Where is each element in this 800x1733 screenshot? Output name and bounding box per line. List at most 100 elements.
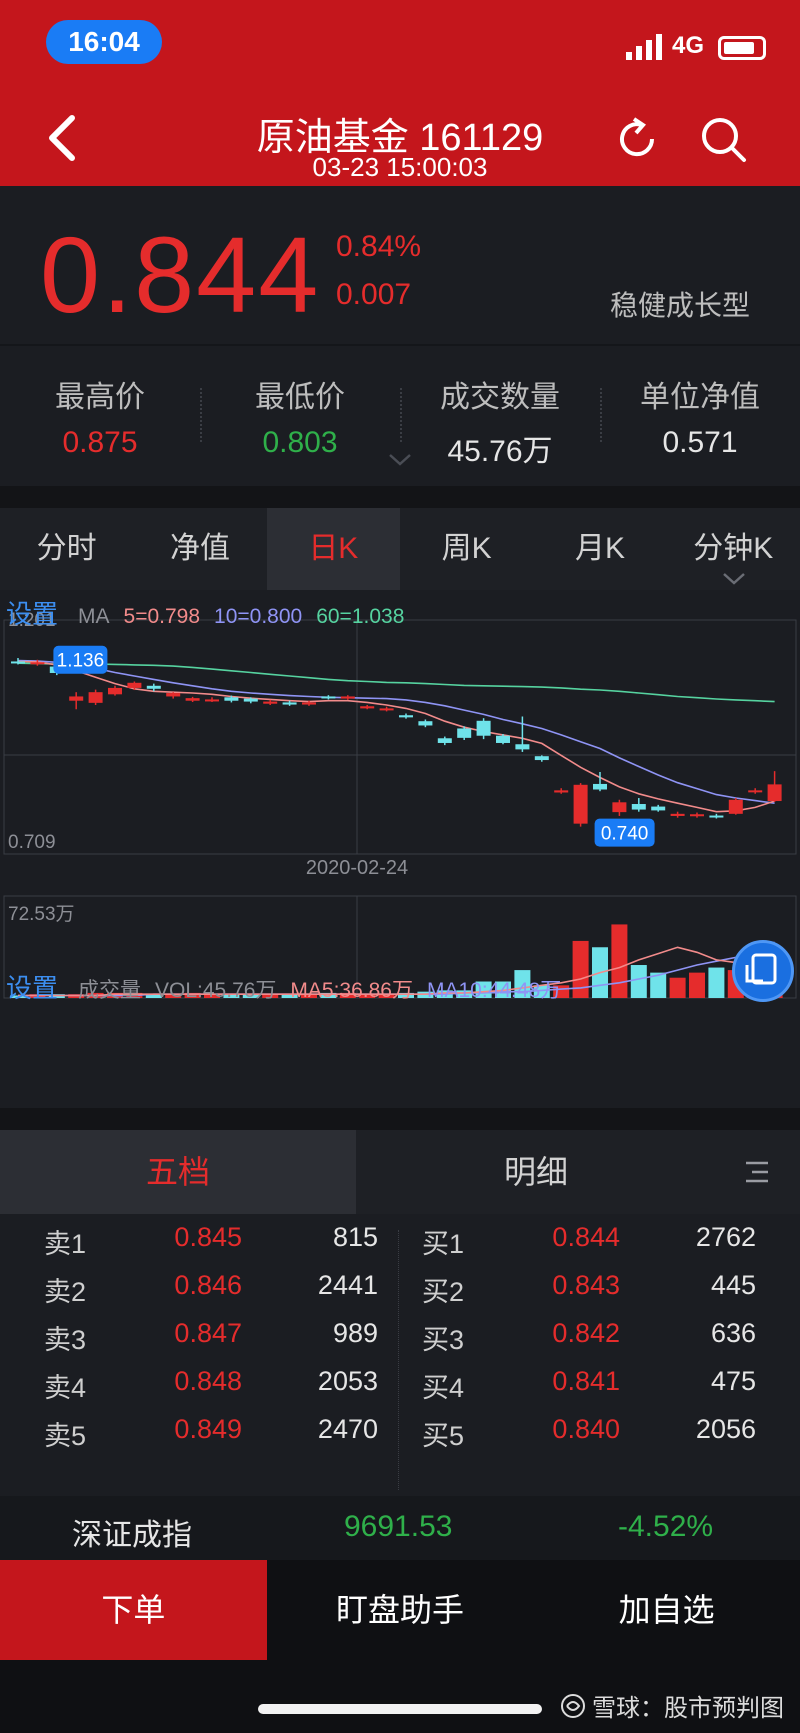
candle-body <box>340 696 355 699</box>
home-indicator[interactable] <box>258 1704 542 1714</box>
tab-nav[interactable]: 净值 <box>133 508 266 590</box>
app-header: 原油基金 161129 03-23 15:00:03 <box>0 88 800 186</box>
stat-label: 最低价 <box>255 381 345 414</box>
tab-trade-detail[interactable]: 明细 <box>356 1130 716 1214</box>
ask-row[interactable]: 卖2 0.846 2441 <box>44 1270 384 1310</box>
candle-body <box>243 698 258 702</box>
expand-chevron-icon[interactable] <box>388 452 412 468</box>
stat-low: 最低价 0.803 <box>200 348 400 486</box>
tab-weekly-k[interactable]: 周K <box>400 508 533 590</box>
ma-label: MA <box>78 605 110 628</box>
ask-volume: 2470 <box>317 1414 378 1444</box>
index-ticker[interactable]: 深证成指 9691.53 -4.52% <box>0 1496 800 1560</box>
chart-settings-link[interactable]: 设置 <box>6 594 58 631</box>
volume-bar <box>669 977 686 998</box>
candle-body <box>496 735 510 743</box>
rotate-screen-icon <box>745 953 777 985</box>
kline-chart[interactable]: 1.2010.7092020-02-2472.53万1.1360.740 <box>0 590 800 1090</box>
current-price: 0.844 <box>40 214 321 335</box>
place-order-button[interactable]: 下单 <box>0 1560 267 1660</box>
ask-price: 0.846 <box>174 1270 242 1300</box>
candle-body <box>593 783 607 790</box>
xueqiu-logo-icon <box>561 1693 585 1718</box>
index-value: 9691.53 <box>344 1510 453 1543</box>
candle-body <box>224 697 239 701</box>
quote-panel: 0.844 0.84% 0.007 稳健成长型 <box>0 186 800 346</box>
ma10-value: 10=0.800 <box>214 605 303 628</box>
candle-body <box>69 696 84 701</box>
candle-body <box>631 804 646 810</box>
candle-body <box>302 702 316 705</box>
candle-body <box>127 682 142 688</box>
ask-price: 0.848 <box>174 1366 242 1396</box>
volume-bar <box>708 967 725 998</box>
stat-label: 最高价 <box>55 381 145 414</box>
volume-settings-link[interactable]: 设置 <box>6 968 58 1005</box>
ask-price: 0.849 <box>174 1414 242 1444</box>
candle-body <box>88 692 103 703</box>
ask-row[interactable]: 卖3 0.847 989 <box>44 1318 384 1358</box>
candle-body <box>282 702 297 705</box>
stat-high: 最高价 0.875 <box>0 348 200 486</box>
change-amount: 0.007 <box>336 278 412 311</box>
low-marker-label: 0.740 <box>601 824 649 845</box>
orderbook-tabs: 五档 明细 <box>0 1130 800 1214</box>
candle-body <box>360 706 375 709</box>
index-name: 深证成指 <box>72 1519 192 1552</box>
candle-body <box>399 715 413 718</box>
tab-intraday[interactable]: 分时 <box>0 508 133 590</box>
ma5-value: 5=0.798 <box>123 605 201 628</box>
network-type: 4G <box>672 32 705 59</box>
ask-price: 0.847 <box>174 1318 242 1348</box>
bid-volume: 445 <box>710 1270 756 1300</box>
chart-tabs: 分时 净值 日K 周K 月K 分钟K <box>0 508 800 590</box>
status-bar: 16:04 4G <box>0 0 800 88</box>
bid-row[interactable]: 买5 0.840 2056 <box>422 1414 762 1454</box>
watch-assistant-button[interactable]: 盯盘助手 <box>267 1560 534 1660</box>
candle-body <box>30 662 45 665</box>
volume-value: VOL:45.76万 <box>155 979 277 1002</box>
kline-chart-area[interactable]: 1.201 0.709 2020-02-24 72.53万 1.136 0.740 设置 … <box>0 590 800 1090</box>
ma60-line <box>17 662 775 703</box>
candle-body <box>146 685 161 689</box>
ask-level-label: 卖4 <box>44 1373 87 1403</box>
bid-row[interactable]: 买4 0.841 475 <box>422 1366 762 1406</box>
bid-level-label: 买4 <box>422 1373 465 1403</box>
list-menu-icon[interactable] <box>744 1160 770 1184</box>
ask-row[interactable]: 卖4 0.848 2053 <box>44 1366 384 1406</box>
ask-volume: 2053 <box>317 1366 378 1396</box>
bid-row[interactable]: 买2 0.843 445 <box>422 1270 762 1310</box>
refresh-icon[interactable] <box>612 114 662 164</box>
section-divider <box>0 486 800 508</box>
volume-bar <box>572 940 589 998</box>
ask-row[interactable]: 卖5 0.849 2470 <box>44 1414 384 1454</box>
bid-row[interactable]: 买3 0.842 636 <box>422 1318 762 1358</box>
candle-body <box>573 784 588 824</box>
ask-row[interactable]: 卖1 0.845 815 <box>44 1222 384 1262</box>
ask-volume: 989 <box>332 1318 378 1348</box>
candle-body <box>418 721 433 726</box>
candle-body <box>534 756 549 761</box>
candle-body <box>728 799 743 814</box>
candle-body <box>767 784 782 802</box>
signal-icon <box>626 34 662 60</box>
stat-label: 成交数量 <box>440 381 560 414</box>
minute-k-dropdown-icon[interactable] <box>722 572 746 586</box>
search-icon[interactable] <box>696 112 750 166</box>
tab-monthly-k[interactable]: 月K <box>533 508 666 590</box>
candle-body <box>554 790 569 793</box>
stat-value: 0.803 <box>262 426 338 459</box>
price-frame <box>3 619 797 855</box>
bid-row[interactable]: 买1 0.844 2762 <box>422 1222 762 1262</box>
orderbook: 卖1 0.845 815 卖2 0.846 2441 卖3 0.847 989 卖4 0.848 20… <box>0 1218 800 1496</box>
add-watchlist-button[interactable]: 加自选 <box>533 1560 800 1660</box>
ask-level-label: 卖2 <box>44 1277 87 1307</box>
tab-five-levels[interactable]: 五档 <box>0 1130 356 1214</box>
candle-body <box>379 708 394 711</box>
high-marker-label: 1.136 <box>57 651 105 672</box>
candle-body <box>651 806 666 811</box>
volume-ma5: MA5:36.86万 <box>290 979 413 1002</box>
tab-daily-k[interactable]: 日K <box>266 508 400 590</box>
landscape-toggle-button[interactable] <box>732 940 794 1002</box>
candle-body <box>515 744 530 750</box>
